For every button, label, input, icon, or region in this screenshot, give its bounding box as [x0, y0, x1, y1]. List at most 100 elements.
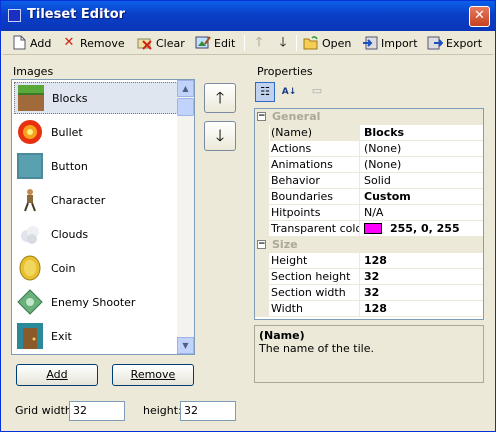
property-row-hitpoints[interactable]: Hitpoints N/A [255, 205, 483, 221]
scroll-thumb[interactable] [177, 98, 194, 116]
list-item-exit[interactable]: Exit [14, 320, 178, 352]
row-gutter [255, 125, 269, 141]
property-grid[interactable]: − General (Name) Blocks Actions (None) A… [254, 108, 484, 320]
blocks-thumb-icon [18, 85, 44, 111]
category-title: General [272, 110, 321, 123]
scroll-down-button[interactable]: ▼ [177, 337, 194, 354]
property-value[interactable]: Custom [362, 189, 483, 205]
images-label: Images [13, 65, 54, 78]
remove-image-label: Remove [130, 368, 176, 381]
property-row-section-width[interactable]: Section width 32 [255, 285, 483, 301]
button-thumb-icon [17, 153, 43, 179]
list-item-button[interactable]: Button [14, 150, 178, 182]
category-general[interactable]: − General [255, 109, 483, 125]
remove-image-button[interactable]: Remove [112, 364, 194, 386]
grid-width-label: Grid width: [15, 404, 76, 417]
property-value[interactable]: 32 [362, 285, 483, 301]
list-item-blocks[interactable]: Blocks [14, 82, 178, 114]
category-title: Size [272, 238, 298, 251]
add-image-button[interactable]: Add [16, 364, 98, 386]
property-value[interactable]: 32 [362, 269, 483, 285]
alphabetical-button[interactable]: A↓ [279, 82, 299, 102]
move-up-toolbar-button[interactable]: 🡑 [251, 33, 267, 53]
row-gutter [255, 301, 269, 317]
grid-width-input[interactable]: 32 [69, 401, 125, 421]
images-scrollbar[interactable]: ▲ ▼ [177, 80, 194, 354]
property-name: Boundaries [270, 189, 360, 205]
property-row-width[interactable]: Width 128 [255, 301, 483, 317]
row-gutter [255, 285, 269, 301]
add-toolbar-label: Add [30, 36, 52, 50]
collapse-icon[interactable]: − [257, 240, 266, 249]
app-icon [8, 9, 21, 22]
property-row-animations[interactable]: Animations (None) [255, 157, 483, 173]
list-item-character[interactable]: Character [14, 184, 178, 216]
remove-toolbar-button[interactable]: ✕ Remove [61, 33, 125, 53]
red-x-icon: ✕ [63, 35, 75, 50]
property-value[interactable]: 128 [362, 253, 483, 269]
property-value[interactable]: N/A [362, 205, 483, 221]
property-pages-button[interactable]: ▭ [307, 82, 327, 102]
property-pages-icon: ▭ [311, 84, 323, 97]
row-gutter [255, 141, 269, 157]
property-value[interactable]: 128 [362, 301, 483, 317]
title-bar[interactable]: Tileset Editor ✕ [1, 1, 495, 31]
property-row-name[interactable]: (Name) Blocks [255, 125, 483, 141]
toolbar: Add ✕ Remove Clear Edit 🡑 🡓 Open Import … [3, 31, 493, 55]
open-folder-icon [303, 35, 319, 51]
edit-toolbar-button[interactable]: Edit [195, 33, 235, 53]
grid-height-label: height: [143, 404, 182, 417]
move-down-toolbar-button[interactable]: 🡓 [275, 33, 291, 53]
edit-image-icon [195, 35, 211, 51]
window-title: Tileset Editor [27, 7, 126, 22]
description-text: The name of the tile. [259, 342, 374, 355]
category-size[interactable]: − Size [255, 237, 483, 253]
import-toolbar-button[interactable]: Import [362, 33, 418, 53]
row-gutter [255, 221, 269, 237]
property-value[interactable]: Solid [362, 173, 483, 189]
property-name: Transparent color [271, 221, 360, 237]
move-up-button[interactable]: 🡑 [204, 83, 236, 113]
property-value[interactable]: (None) [362, 157, 483, 173]
scroll-up-button[interactable]: ▲ [177, 80, 194, 97]
property-row-boundaries[interactable]: Boundaries Custom [255, 189, 483, 205]
list-item-clouds[interactable]: Clouds [14, 218, 178, 250]
property-row-actions[interactable]: Actions (None) [255, 141, 483, 157]
toolbar-separator [244, 35, 245, 51]
list-item-bullet[interactable]: Bullet [14, 116, 178, 148]
property-value[interactable]: 255, 0, 255 [362, 221, 483, 237]
add-toolbar-button[interactable]: Add [11, 33, 51, 53]
property-value[interactable]: (None) [362, 141, 483, 157]
categorized-button[interactable]: ☷ [255, 82, 275, 102]
property-row-section-height[interactable]: Section height 32 [255, 269, 483, 285]
property-row-height[interactable]: Height 128 [255, 253, 483, 269]
list-item-label: Enemy Shooter [51, 295, 136, 309]
edit-toolbar-label: Edit [214, 36, 236, 50]
property-description: (Name) The name of the tile. [254, 325, 484, 383]
property-row-transparent-color[interactable]: Transparent color 255, 0, 255 [255, 221, 483, 237]
collapse-icon[interactable]: − [257, 112, 266, 121]
properties-toolbar: ☷ A↓ ▭ [255, 82, 339, 103]
open-toolbar-button[interactable]: Open [303, 33, 351, 53]
sort-az-icon: A↓ [281, 87, 297, 97]
export-toolbar-button[interactable]: Export [427, 33, 482, 53]
list-item-coin[interactable]: Coin [14, 252, 178, 284]
tileset-editor-window: Tileset Editor ✕ Add ✕ Remove Clear Edit … [0, 0, 496, 432]
row-gutter [255, 173, 269, 189]
list-item-label: Clouds [51, 227, 89, 241]
close-button[interactable]: ✕ [469, 6, 490, 27]
remove-toolbar-label: Remove [80, 36, 125, 50]
add-image-label: Add [46, 368, 68, 381]
property-name: Animations [270, 157, 360, 173]
property-name: Section width [270, 285, 360, 301]
property-row-behavior[interactable]: Behavior Solid [255, 173, 483, 189]
images-list[interactable]: Blocks Bullet Button Character Clouds Co… [11, 79, 195, 355]
export-icon [427, 35, 444, 51]
property-value[interactable]: Blocks [362, 125, 483, 141]
grid-height-input[interactable]: 32 [180, 401, 236, 421]
toolbar-separator [296, 35, 297, 51]
property-name: Behavior [270, 173, 360, 189]
move-down-button[interactable]: 🡓 [204, 121, 236, 151]
list-item-enemy-shooter[interactable]: Enemy Shooter [14, 286, 178, 318]
clear-toolbar-button[interactable]: Clear [137, 33, 185, 53]
